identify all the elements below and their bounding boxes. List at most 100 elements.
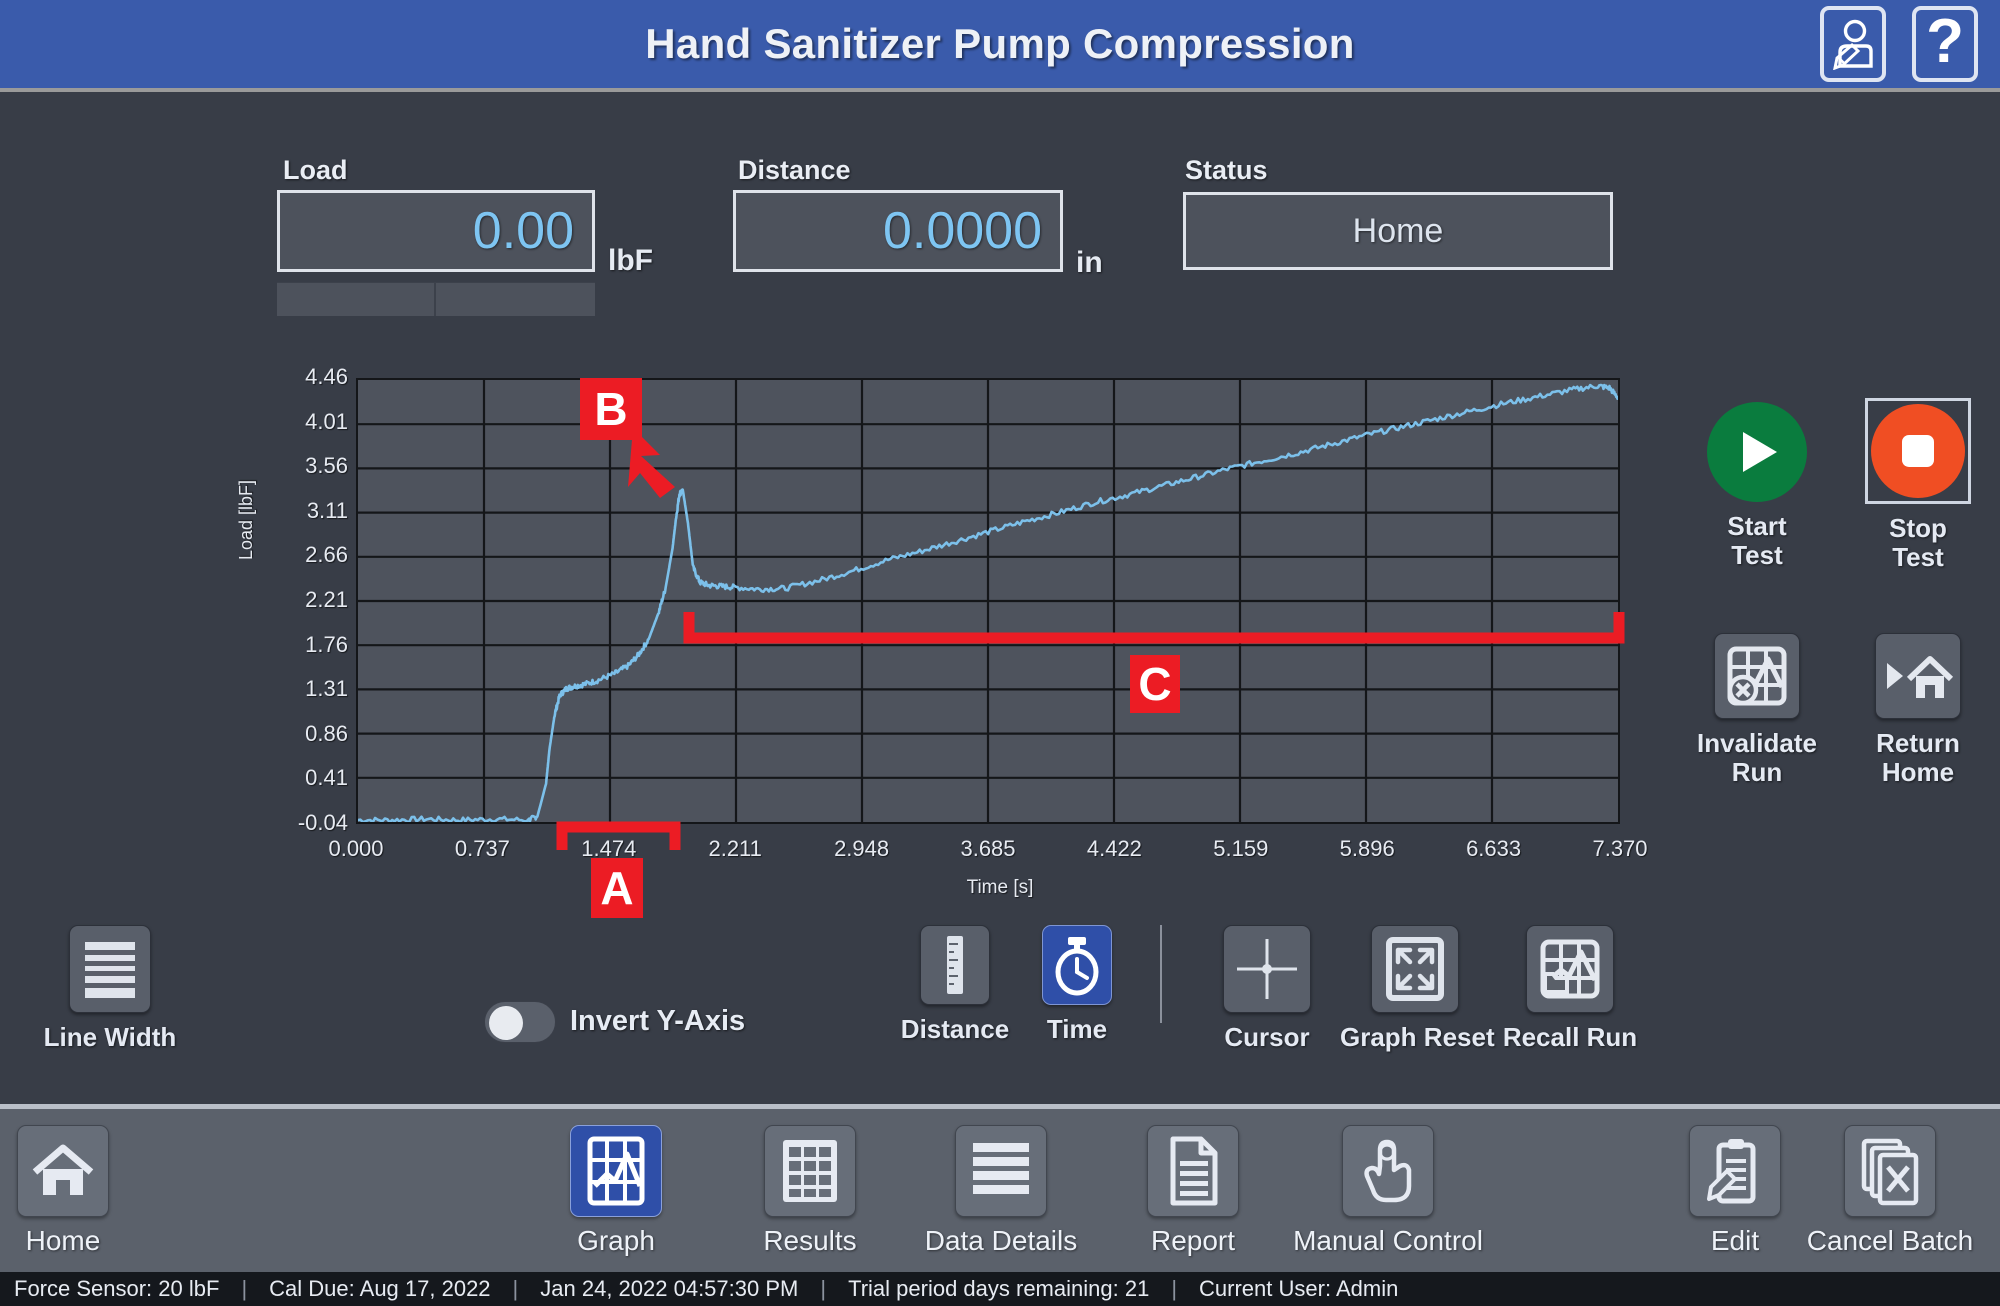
time-mode-button[interactable]: Time bbox=[1002, 925, 1152, 1045]
nav-label-manual-control: Manual Control bbox=[1293, 1225, 1483, 1256]
nav-item-results[interactable]: Results bbox=[715, 1125, 905, 1257]
cursor-label: Cursor bbox=[1224, 1022, 1310, 1052]
invert-y-axis-toggle[interactable] bbox=[484, 1001, 556, 1043]
invalidate-run-label-2: Run bbox=[1731, 757, 1783, 788]
question-mark-icon[interactable]: ? bbox=[1912, 6, 1978, 82]
user-edit-icon[interactable] bbox=[1820, 6, 1886, 82]
ruler-icon bbox=[920, 925, 990, 1005]
chart-folder-icon bbox=[1526, 925, 1614, 1013]
status-sep-1: | bbox=[241, 1276, 248, 1301]
document-icon bbox=[1147, 1125, 1239, 1217]
status-sep-3: | bbox=[820, 1276, 827, 1301]
cancel-documents-icon bbox=[1844, 1125, 1936, 1217]
return-home-label-2: Home bbox=[1881, 757, 1955, 788]
plot-area[interactable] bbox=[356, 378, 1620, 824]
y-tick-7: 1.31 bbox=[305, 676, 348, 702]
x-tick-10: 7.370 bbox=[1592, 836, 1648, 861]
load-subfield-right bbox=[436, 283, 595, 316]
chart-invalidate-icon bbox=[1714, 633, 1800, 719]
y-tick-9: 0.41 bbox=[305, 765, 348, 791]
distance-unit: in bbox=[1076, 246, 1103, 279]
y-tick-8: 0.86 bbox=[305, 720, 348, 746]
annotation-c-label: C bbox=[1130, 655, 1180, 713]
status-value: Home bbox=[1183, 192, 1613, 270]
nav-label-data-details: Data Details bbox=[924, 1225, 1078, 1256]
nav-item-home[interactable]: Home bbox=[0, 1125, 158, 1257]
status-sep-4: | bbox=[1171, 1276, 1178, 1301]
line-width-button[interactable]: Line Width bbox=[35, 925, 185, 1053]
x-tick-8: 5.896 bbox=[1339, 836, 1395, 861]
annotation-b-label: B bbox=[580, 378, 642, 440]
page-title: Hand Sanitizer Pump Compression bbox=[645, 20, 1355, 67]
clipboard-pencil-icon bbox=[1689, 1125, 1781, 1217]
nav-label-results: Results bbox=[763, 1225, 857, 1256]
y-tick-3: 3.11 bbox=[306, 497, 348, 523]
invert-y-axis-label: Invert Y-Axis bbox=[570, 1005, 746, 1037]
toggle-knob bbox=[489, 1006, 523, 1040]
nav-label-home: Home bbox=[25, 1225, 101, 1256]
line-width-label: Line Width bbox=[43, 1022, 177, 1052]
load-subfield-left bbox=[277, 283, 436, 316]
graph-reset-button[interactable]: Graph Reset bbox=[1340, 925, 1495, 1053]
x-tick-9: 6.633 bbox=[1466, 836, 1522, 861]
status-sep-2: | bbox=[512, 1276, 519, 1301]
cursor-button[interactable]: Cursor bbox=[1192, 925, 1342, 1053]
stop-test-button[interactable]: Stop Test bbox=[1843, 398, 1993, 572]
recall-run-button[interactable]: Recall Run bbox=[1495, 925, 1645, 1053]
nav-item-cancel-batch[interactable]: Cancel Batch bbox=[1795, 1125, 1985, 1257]
expand-arrows-icon bbox=[1371, 925, 1459, 1013]
time-mode-label: Time bbox=[1046, 1014, 1108, 1044]
nav-label-cancel-batch: Cancel Batch bbox=[1806, 1225, 1974, 1256]
y-tick-6: 1.76 bbox=[305, 631, 348, 657]
stopwatch-icon bbox=[1042, 925, 1112, 1005]
status-trial: Trial period days remaining: 21 bbox=[848, 1276, 1150, 1301]
chart-icon bbox=[570, 1125, 662, 1217]
crosshair-icon bbox=[1223, 925, 1311, 1013]
x-tick-5: 3.685 bbox=[960, 836, 1016, 861]
y-tick-1: 4.01 bbox=[305, 408, 348, 434]
status-user: Current User: Admin bbox=[1199, 1276, 1399, 1301]
bottom-nav-bar: Home Graph Results Data Details Report M… bbox=[0, 1104, 2000, 1272]
x-tick-0: 0.000 bbox=[328, 836, 384, 861]
stop-test-label-2: Test bbox=[1892, 542, 1944, 573]
status-label: Status bbox=[1185, 155, 1268, 185]
load-value: 0.00 bbox=[277, 190, 595, 272]
app-window: Hand Sanitizer Pump Compression ? Load 0… bbox=[0, 0, 2000, 1306]
y-tick-4: 2.66 bbox=[305, 542, 348, 568]
invalidate-run-button[interactable]: Invalidate Run bbox=[1682, 633, 1832, 787]
start-test-button[interactable]: Start Test bbox=[1682, 402, 1832, 570]
home-icon bbox=[17, 1125, 109, 1217]
status-bar: Force Sensor: 20 lbF | Cal Due: Aug 17, … bbox=[0, 1272, 2000, 1306]
distance-value: 0.0000 bbox=[733, 190, 1063, 272]
grid-table-icon bbox=[764, 1125, 856, 1217]
x-tick-6: 4.422 bbox=[1086, 836, 1142, 861]
y-axis-label: Load [lbF] bbox=[236, 479, 256, 560]
invalidate-run-label-1: Invalidate bbox=[1697, 728, 1817, 758]
x-tick-4: 2.948 bbox=[834, 836, 890, 861]
status-datetime: Jan 24, 2022 04:57:30 PM bbox=[540, 1276, 799, 1301]
x-axis-label: Time [s] bbox=[966, 877, 1034, 898]
help-glyph: ? bbox=[1926, 7, 1964, 76]
stop-icon bbox=[1871, 404, 1965, 498]
toolbar-divider bbox=[1160, 925, 1162, 1023]
y-tick-0: 4.46 bbox=[305, 364, 348, 389]
lines-icon bbox=[955, 1125, 1047, 1217]
grid-lines bbox=[358, 380, 1618, 822]
nav-item-report[interactable]: Report bbox=[1098, 1125, 1288, 1257]
load-subfields bbox=[277, 282, 595, 316]
nav-item-graph[interactable]: Graph bbox=[521, 1125, 711, 1257]
x-tick-1: 0.737 bbox=[454, 836, 510, 861]
x-tick-7: 5.159 bbox=[1213, 836, 1269, 861]
recall-run-label: Recall Run bbox=[1502, 1022, 1638, 1052]
stop-test-frame bbox=[1865, 398, 1971, 504]
stop-test-label-1: Stop bbox=[1889, 513, 1947, 543]
y-tick-2: 3.56 bbox=[305, 453, 348, 479]
y-tick-10: -0.04 bbox=[297, 810, 348, 835]
nav-item-manual-control[interactable]: Manual Control bbox=[1293, 1125, 1483, 1257]
annotation-a-label: A bbox=[591, 858, 643, 918]
nav-label-report: Report bbox=[1150, 1225, 1236, 1256]
status-force-sensor: Force Sensor: 20 lbF bbox=[14, 1276, 220, 1301]
distance-label: Distance bbox=[738, 155, 851, 185]
return-home-button[interactable]: Return Home bbox=[1843, 633, 1993, 787]
nav-item-data-details[interactable]: Data Details bbox=[906, 1125, 1096, 1257]
